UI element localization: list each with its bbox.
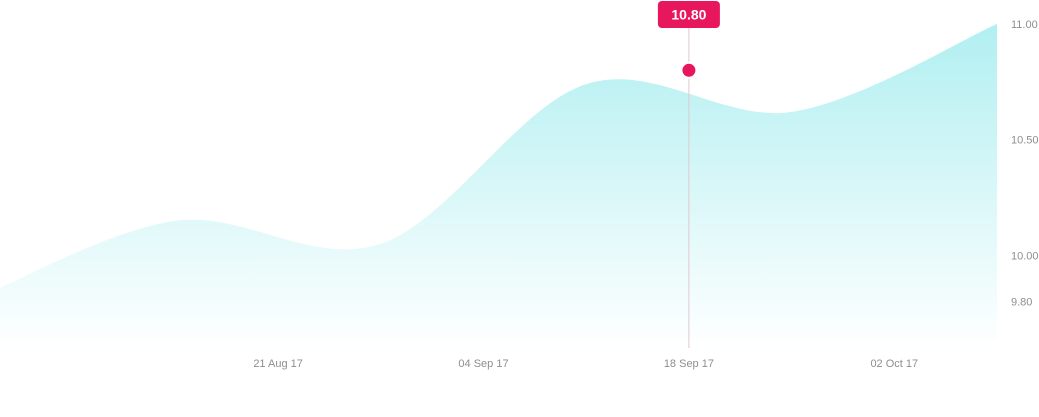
- tooltip-value: 10.80: [671, 7, 706, 23]
- x-axis: 21 Aug 17 04 Sep 17 18 Sep 17 02 Oct 17: [253, 358, 918, 370]
- x-tick-label: 18 Sep 17: [664, 358, 714, 370]
- y-axis: 9.80 10.00 10.50 11.00: [1011, 19, 1039, 309]
- y-tick-label: 10.00: [1011, 250, 1039, 262]
- x-tick-label: 21 Aug 17: [253, 358, 303, 370]
- x-tick-label: 02 Oct 17: [870, 358, 918, 370]
- y-tick-label: 9.80: [1011, 297, 1032, 309]
- x-tick-label: 04 Sep 17: [458, 358, 508, 370]
- series-area: [0, 24, 997, 348]
- highlight-point[interactable]: [680, 61, 698, 79]
- y-tick-label: 11.00: [1011, 19, 1038, 31]
- area-layer: [0, 24, 997, 348]
- area-chart: 21 Aug 17 04 Sep 17 18 Sep 17 02 Oct 17 9.8…: [0, 1, 1039, 370]
- y-tick-label: 10.50: [1011, 135, 1039, 147]
- chart-container: 21 Aug 17 04 Sep 17 18 Sep 17 02 Oct 17 9.8…: [0, 0, 1039, 417]
